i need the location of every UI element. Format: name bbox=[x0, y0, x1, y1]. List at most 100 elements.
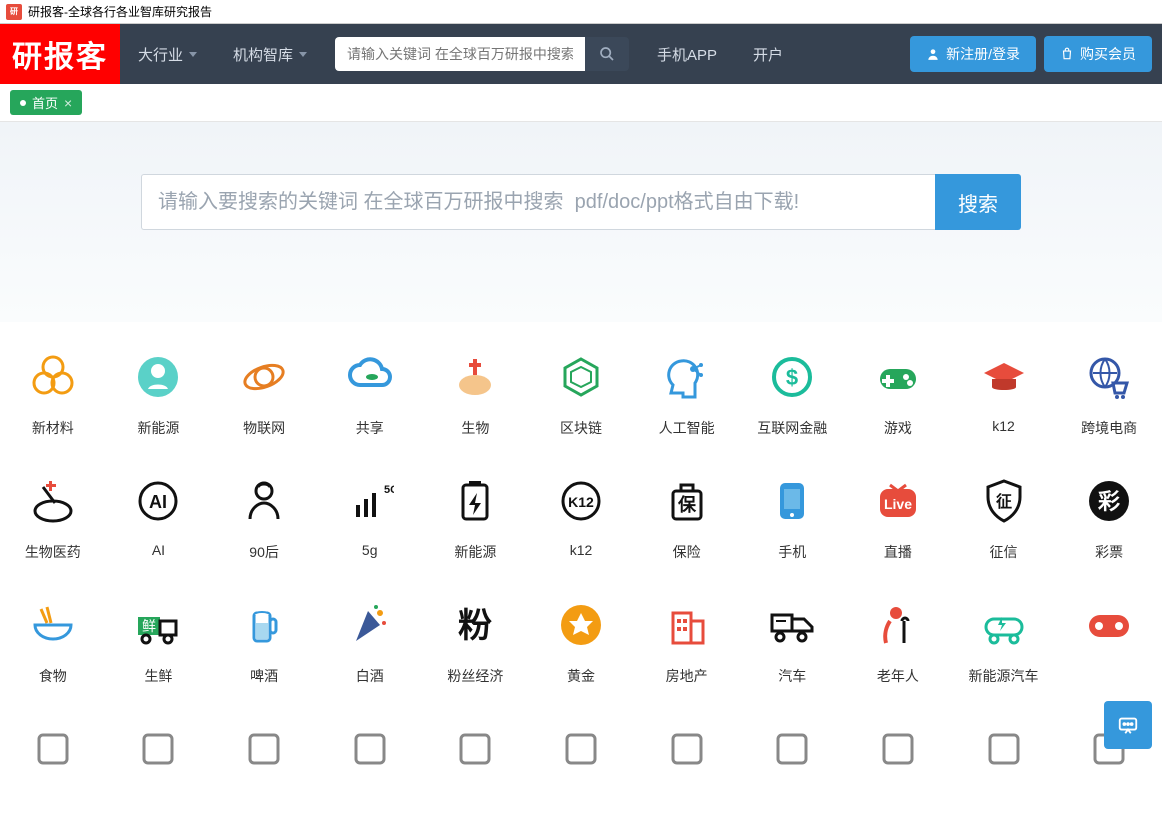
category-r4c6[interactable] bbox=[528, 704, 634, 808]
category-r4c2[interactable] bbox=[106, 704, 212, 808]
bag-icon bbox=[1060, 47, 1074, 61]
nav-app[interactable]: 手机APP bbox=[639, 24, 735, 84]
buy-member-button[interactable]: 购买会员 bbox=[1044, 36, 1152, 72]
browser-title: 研报客-全球各行各业智库研究报告 bbox=[28, 3, 212, 20]
category-ai[interactable]: AI AI bbox=[106, 456, 212, 580]
category-r4c1[interactable] bbox=[0, 704, 106, 808]
nav-thinktank[interactable]: 机构智库 bbox=[215, 24, 325, 84]
hero-search-input[interactable] bbox=[141, 174, 935, 230]
category-k12a[interactable]: k12 bbox=[951, 332, 1057, 456]
category-fresh[interactable]: 鲜生鲜 bbox=[106, 580, 212, 704]
category-live[interactable]: Live直播 bbox=[845, 456, 951, 580]
category-label: 90后 bbox=[249, 542, 279, 562]
category-blockchain[interactable]: 区块链 bbox=[528, 332, 634, 456]
category-r4c9[interactable] bbox=[845, 704, 951, 808]
category-biopharma[interactable]: 生物医药 bbox=[0, 456, 106, 580]
category-food[interactable]: 食物 bbox=[0, 580, 106, 704]
category-lottery[interactable]: 彩彩票 bbox=[1056, 456, 1162, 580]
category-insurance[interactable]: 保保险 bbox=[634, 456, 740, 580]
hero-search-button[interactable]: 搜索 bbox=[935, 174, 1021, 230]
blockchain-icon bbox=[554, 350, 608, 404]
category-label: AI bbox=[152, 542, 165, 558]
category-iot[interactable]: 物联网 bbox=[211, 332, 317, 456]
category-mobile[interactable]: 手机 bbox=[739, 456, 845, 580]
category-r4c7[interactable] bbox=[634, 704, 740, 808]
category-fans-economy[interactable]: 粉粉丝经济 bbox=[423, 580, 529, 704]
category-sharing[interactable]: 共享 bbox=[317, 332, 423, 456]
svg-text:保: 保 bbox=[677, 494, 697, 515]
category-new-materials[interactable]: 新材料 bbox=[0, 332, 106, 456]
tab-home[interactable]: 首页 × bbox=[10, 90, 82, 115]
tab-close-icon[interactable]: × bbox=[64, 95, 72, 111]
category-label: 新能源 bbox=[137, 418, 179, 438]
svg-text:彩: 彩 bbox=[1097, 489, 1120, 514]
category-label: 区块链 bbox=[560, 418, 602, 438]
lottery-icon: 彩 bbox=[1082, 474, 1136, 528]
category-biology[interactable]: 生物 bbox=[423, 332, 529, 456]
category-label: 房地产 bbox=[666, 666, 708, 686]
category-auto[interactable]: 汽车 bbox=[739, 580, 845, 704]
category-r4c8[interactable] bbox=[739, 704, 845, 808]
category-cross-border[interactable]: 跨境电商 bbox=[1056, 332, 1162, 456]
category-label: 啤酒 bbox=[250, 666, 278, 686]
category-post90[interactable]: 90后 bbox=[211, 456, 317, 580]
hero-search: 搜索 bbox=[141, 174, 1021, 230]
grad-cap-icon bbox=[977, 350, 1031, 404]
k12-circle-icon: K12 bbox=[554, 474, 608, 528]
nav-open-account[interactable]: 开户 bbox=[735, 24, 801, 84]
register-button[interactable]: 新注册/登录 bbox=[910, 36, 1036, 72]
site-logo[interactable]: 研报客 bbox=[0, 24, 120, 84]
category-new-energy[interactable]: 新能源 bbox=[106, 332, 212, 456]
category-label: 彩票 bbox=[1095, 542, 1123, 562]
nav-search bbox=[335, 37, 629, 71]
category-real-estate[interactable]: 房地产 bbox=[634, 580, 740, 704]
category-r4c3[interactable] bbox=[211, 704, 317, 808]
nav-search-input[interactable] bbox=[335, 37, 585, 71]
category-credit[interactable]: 征征信 bbox=[951, 456, 1057, 580]
category-5g[interactable]: 5G5g bbox=[317, 456, 423, 580]
credit-shield-icon: 征 bbox=[977, 474, 1031, 528]
category-label: k12 bbox=[570, 542, 593, 558]
category-label: 征信 bbox=[990, 542, 1018, 562]
building-icon bbox=[660, 598, 714, 652]
nav-industry-label: 大行业 bbox=[138, 44, 183, 65]
category-label: 粉丝经济 bbox=[447, 666, 503, 686]
category-games[interactable]: 游戏 bbox=[845, 332, 951, 456]
category-baijiu[interactable]: 白酒 bbox=[317, 580, 423, 704]
category-label: 生鲜 bbox=[144, 666, 172, 686]
nav-industry[interactable]: 大行业 bbox=[120, 24, 215, 84]
category-gold[interactable]: 黄金 bbox=[528, 580, 634, 704]
category-label: 食物 bbox=[39, 666, 67, 686]
beer-icon bbox=[237, 598, 291, 652]
dollar-circle-icon: $ bbox=[765, 350, 819, 404]
gamepad-red-icon bbox=[1082, 598, 1136, 652]
category-games-red[interactable] bbox=[1056, 580, 1162, 704]
category-r4c4[interactable] bbox=[317, 704, 423, 808]
category-label: 保险 bbox=[673, 542, 701, 562]
p9-icon bbox=[871, 722, 925, 776]
category-internet-fin[interactable]: $ 互联网金融 bbox=[739, 332, 845, 456]
elder-icon bbox=[871, 598, 925, 652]
category-r4c10[interactable] bbox=[951, 704, 1057, 808]
category-label: 互联网金融 bbox=[757, 418, 827, 438]
fresh-truck-icon: 鲜 bbox=[131, 598, 185, 652]
browser-tab-bar: 研 研报客-全球各行各业智库研究报告 bbox=[0, 0, 1162, 24]
insurance-icon: 保 bbox=[660, 474, 714, 528]
svg-text:AI: AI bbox=[149, 492, 167, 512]
svg-text:5G: 5G bbox=[384, 484, 394, 496]
category-k12b[interactable]: K12 k12 bbox=[528, 456, 634, 580]
category-new-energy2[interactable]: 新能源 bbox=[423, 456, 529, 580]
category-ai-intel[interactable]: 人工智能 bbox=[634, 332, 740, 456]
p1-icon bbox=[26, 722, 80, 776]
chat-float-button[interactable] bbox=[1104, 701, 1152, 749]
category-nev[interactable]: 新能源汽车 bbox=[951, 580, 1057, 704]
category-elderly[interactable]: 老年人 bbox=[845, 580, 951, 704]
fen-icon: 粉 bbox=[448, 598, 502, 652]
category-label: 老年人 bbox=[877, 666, 919, 686]
category-label: 黄金 bbox=[567, 666, 595, 686]
category-r4c5[interactable] bbox=[423, 704, 529, 808]
nav-search-button[interactable] bbox=[585, 37, 629, 71]
category-beer[interactable]: 啤酒 bbox=[211, 580, 317, 704]
category-label: 物联网 bbox=[243, 418, 285, 438]
category-label: 跨境电商 bbox=[1081, 418, 1137, 438]
